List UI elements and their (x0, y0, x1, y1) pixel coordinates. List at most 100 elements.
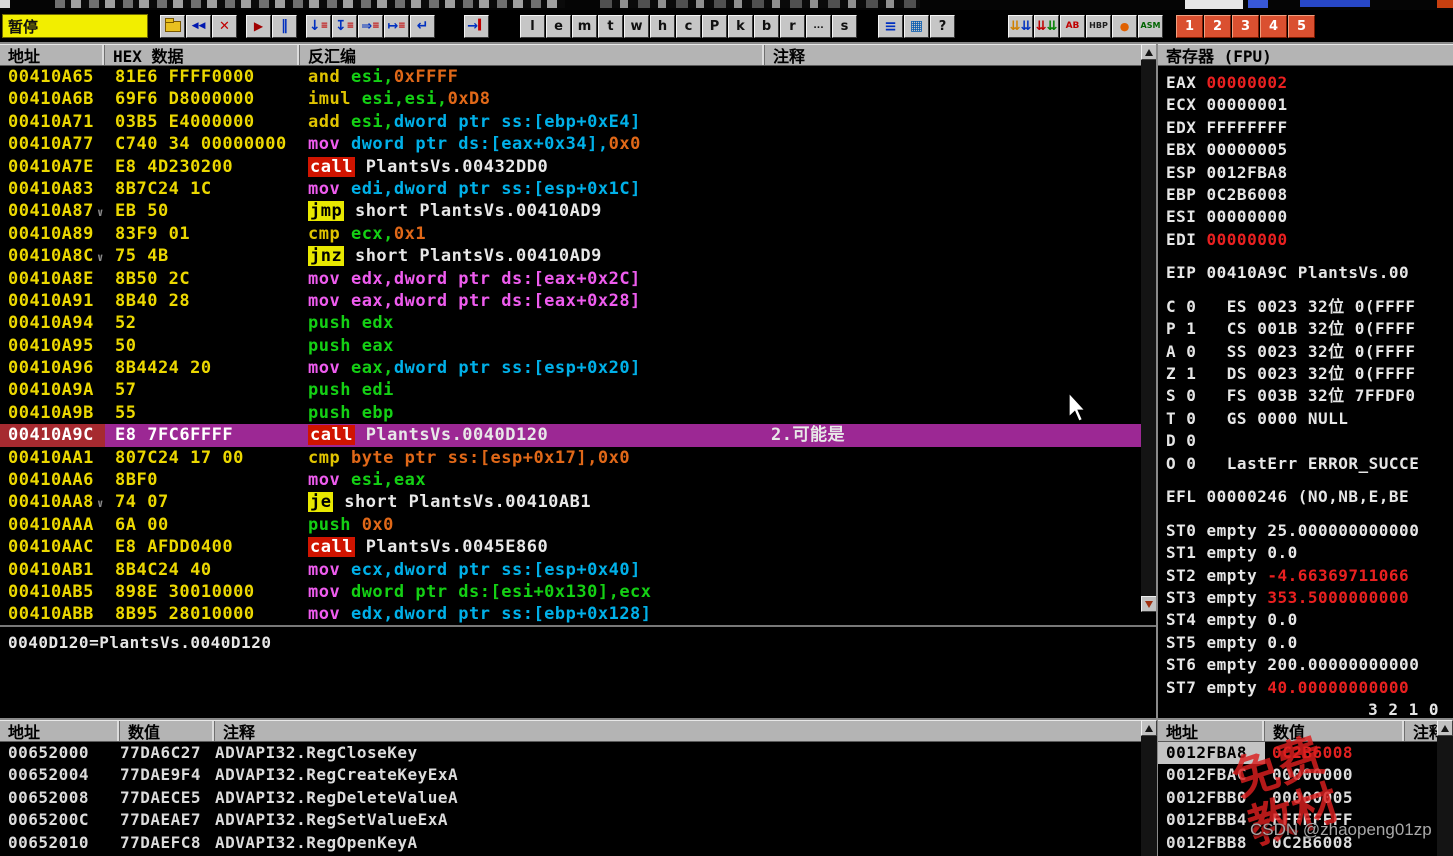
dump-column-address[interactable]: 地址 (0, 721, 120, 741)
disasm-row[interactable]: 00410AA8 ∨ 74 07 je short PlantsVs.00410AB1 (0, 491, 1141, 513)
letter-button-w[interactable]: w (624, 14, 649, 38)
letter-button-l[interactable]: l (520, 14, 545, 38)
disasm-row[interactable]: 00410AB5 898E 30010000 mov dword ptr ds:[e… (0, 581, 1141, 603)
letter-button-t[interactable]: t (598, 14, 623, 38)
disasm-row[interactable]: 00410A6B 69F6 D8000000 imul esi,esi,0xD8 (0, 88, 1141, 110)
letter-button-P[interactable]: P (702, 14, 727, 38)
letter-button-h[interactable]: h (650, 14, 675, 38)
dump-row[interactable]: 00652004 77DAE9F4 ADVAPI32.RegCreateKeyExA (0, 764, 1141, 786)
disasm-row[interactable]: 00410A77 C740 34 00000000 mov dword ptr ds… (0, 133, 1141, 155)
ab-plugin-button[interactable]: AB (1060, 14, 1085, 38)
hbp-plugin-button[interactable]: HBP (1086, 14, 1111, 38)
hit-trace-plugin-button[interactable]: ⇊ ⇊ (1034, 14, 1059, 38)
disasm-row[interactable]: 00410AAA 6A 00 push 0x0 (0, 514, 1141, 536)
letter-button-b[interactable]: b (754, 14, 779, 38)
disasm-row[interactable]: 00410A8E 8B50 2C mov edx,dword ptr ds:[eax… (0, 268, 1141, 290)
execute-till-return-button[interactable]: ↵ (410, 14, 435, 38)
dump-pane[interactable]: 00652000 77DA6C27 ADVAPI32.RegCloseKey 0065… (0, 742, 1141, 856)
dump-scrollbar-track[interactable] (1141, 736, 1157, 856)
desktop-button-3[interactable]: 3 (1232, 14, 1259, 38)
disasm-row[interactable]: 00410ABB 8B95 28010000 mov edx,dword ptr s… (0, 603, 1141, 625)
animate-into-button[interactable]: ⇒ ≡ (358, 14, 383, 38)
disasm-row[interactable]: 00410A71 03B5 E4000000 add esi,dword ptr s… (0, 111, 1141, 133)
letter-button-s[interactable]: s (832, 14, 857, 38)
register-line[interactable]: ST1 empty 0.0 (1158, 542, 1453, 564)
register-line[interactable]: P 1 CS 001B 32位 0(FFFF (1158, 318, 1453, 340)
disasm-row[interactable]: 00410A95 50 push eax (0, 335, 1141, 357)
disasm-row[interactable]: 00410AA6 8BF0 mov esi,eax (0, 469, 1141, 491)
disasm-row[interactable]: 00410A9B 55 push ebp (0, 402, 1141, 424)
pause-button[interactable]: ‖ (272, 14, 297, 38)
register-line[interactable]: EIP 00410A9C PlantsVs.00 (1158, 262, 1453, 284)
register-line[interactable]: ST4 empty 0.0 (1158, 609, 1453, 631)
registers-pane[interactable]: EAX 00000002 ECX 00000001 EDX FFFFFFFF EBX … (1158, 66, 1453, 718)
register-line[interactable]: ST6 empty 200.00000000000 (1158, 654, 1453, 676)
stack-column-comment[interactable]: 注释 (1405, 721, 1437, 741)
dot-plugin-button[interactable]: ● (1112, 14, 1137, 38)
disasm-row[interactable]: 00410A65 81E6 FFFF0000 and esi,0xFFFF (0, 66, 1141, 88)
register-line[interactable]: EBP 0C2B6008 (1158, 184, 1453, 206)
register-line[interactable]: ST7 empty 40.00000000000 (1158, 677, 1453, 699)
step-over-button[interactable]: ↧ ≡ (332, 14, 357, 38)
letter-button-r[interactable]: r (780, 14, 805, 38)
dump-scroll-up-button[interactable] (1141, 720, 1157, 736)
restart-button[interactable]: ◀◀ (186, 14, 211, 38)
open-file-button[interactable] (160, 14, 185, 38)
register-line[interactable]: ESI 00000000 (1158, 206, 1453, 228)
stack-scrollbar-track[interactable] (1437, 736, 1453, 856)
column-header-disasm[interactable]: 反汇编 (300, 45, 765, 65)
column-header-hex[interactable]: HEX 数据 (105, 45, 300, 65)
letter-button-k[interactable]: k (728, 14, 753, 38)
register-line[interactable]: Z 1 DS 0023 32位 0(FFFF (1158, 363, 1453, 385)
disasm-row[interactable]: 00410A9A 57 push edi (0, 379, 1141, 401)
disasm-row[interactable]: 00410AA1 807C24 17 00 cmp byte ptr ss:[esp… (0, 447, 1141, 469)
letter-button-m[interactable]: m (572, 14, 597, 38)
run-button[interactable]: ▶ (246, 14, 271, 38)
register-line[interactable]: ST3 empty 353.5000000000 (1158, 587, 1453, 609)
register-line[interactable]: EDX FFFFFFFF (1158, 117, 1453, 139)
column-header-comment[interactable]: 注释 (765, 45, 1141, 65)
register-line[interactable]: ESP 0012FBA8 (1158, 162, 1453, 184)
letter-button-dots[interactable]: ... (806, 14, 831, 38)
help-button[interactable]: ? (930, 14, 955, 38)
stack-scroll-up-button[interactable] (1437, 720, 1453, 736)
disasm-row[interactable]: 00410A94 52 push edx (0, 312, 1141, 334)
go-to-user-code-button[interactable]: → ▍ (464, 14, 489, 38)
register-line[interactable]: T 0 GS 0000 NULL (1158, 408, 1453, 430)
register-line[interactable]: EAX 00000002 (1158, 72, 1453, 94)
column-header-address[interactable]: 地址 (0, 45, 105, 65)
disasm-row[interactable]: 00410A87 ∨ EB 50 jmp short PlantsVs.00410AD… (0, 200, 1141, 222)
register-line[interactable]: A 0 SS 0023 32位 0(FFFF (1158, 341, 1453, 363)
disasm-row[interactable]: 00410AB1 8B4C24 40 mov ecx,dword ptr ss:[e… (0, 559, 1141, 581)
register-line[interactable]: 3 2 1 0 (1158, 699, 1453, 718)
dump-row[interactable]: 00652000 77DA6C27 ADVAPI32.RegCloseKey (0, 742, 1141, 764)
desktop-button-1[interactable]: 1 (1176, 14, 1203, 38)
disasm-row[interactable]: 00410A89 83F9 01 cmp ecx,0x1 (0, 223, 1141, 245)
windows-list-button[interactable]: ▦ (904, 14, 929, 38)
desktop-button-4[interactable]: 4 (1260, 14, 1287, 38)
register-line[interactable]: ST0 empty 25.000000000000 (1158, 520, 1453, 542)
register-line[interactable]: S 0 FS 003B 32位 7FFDF0 (1158, 385, 1453, 407)
stack-column-address[interactable]: 地址 (1158, 721, 1265, 741)
dump-row[interactable]: 00652010 77DAEFC8 ADVAPI32.RegOpenKeyA (0, 832, 1141, 854)
disasm-scrollbar-track[interactable] (1141, 60, 1157, 596)
dump-column-comment[interactable]: 注释 (215, 721, 1141, 741)
register-line[interactable]: C 0 ES 0023 32位 0(FFFF (1158, 296, 1453, 318)
disasm-row[interactable]: 00410A96 8B4424 20 mov eax,dword ptr ss:[e… (0, 357, 1141, 379)
disasm-row[interactable]: 00410A8C ∨ 75 4B jnz short PlantsVs.00410AD… (0, 245, 1141, 267)
close-program-button[interactable]: ✕ (212, 14, 237, 38)
step-into-button[interactable]: ↓ ≡ (306, 14, 331, 38)
register-line[interactable]: EDI 00000000 (1158, 229, 1453, 251)
disasm-row[interactable]: 00410A7E E8 4D230200 call PlantsVs.00432DD… (0, 156, 1141, 178)
run-trace-plugin-button[interactable]: ⇊ ⇊ (1008, 14, 1033, 38)
desktop-button-2[interactable]: 2 (1204, 14, 1231, 38)
asm-plugin-button[interactable]: ASM (1138, 14, 1163, 38)
disasm-scroll-up-button[interactable] (1141, 44, 1157, 60)
dump-row[interactable]: 0065200C 77DAEAE7 ADVAPI32.RegSetValueExA (0, 809, 1141, 831)
dump-column-value[interactable]: 数值 (120, 721, 215, 741)
register-line[interactable]: ST5 empty 0.0 (1158, 632, 1453, 654)
desktop-button-5[interactable]: 5 (1288, 14, 1315, 38)
register-line[interactable]: ST2 empty -4.66369711066 (1158, 565, 1453, 587)
register-line[interactable]: D 0 (1158, 430, 1453, 452)
disasm-scroll-down-button[interactable] (1141, 596, 1157, 612)
